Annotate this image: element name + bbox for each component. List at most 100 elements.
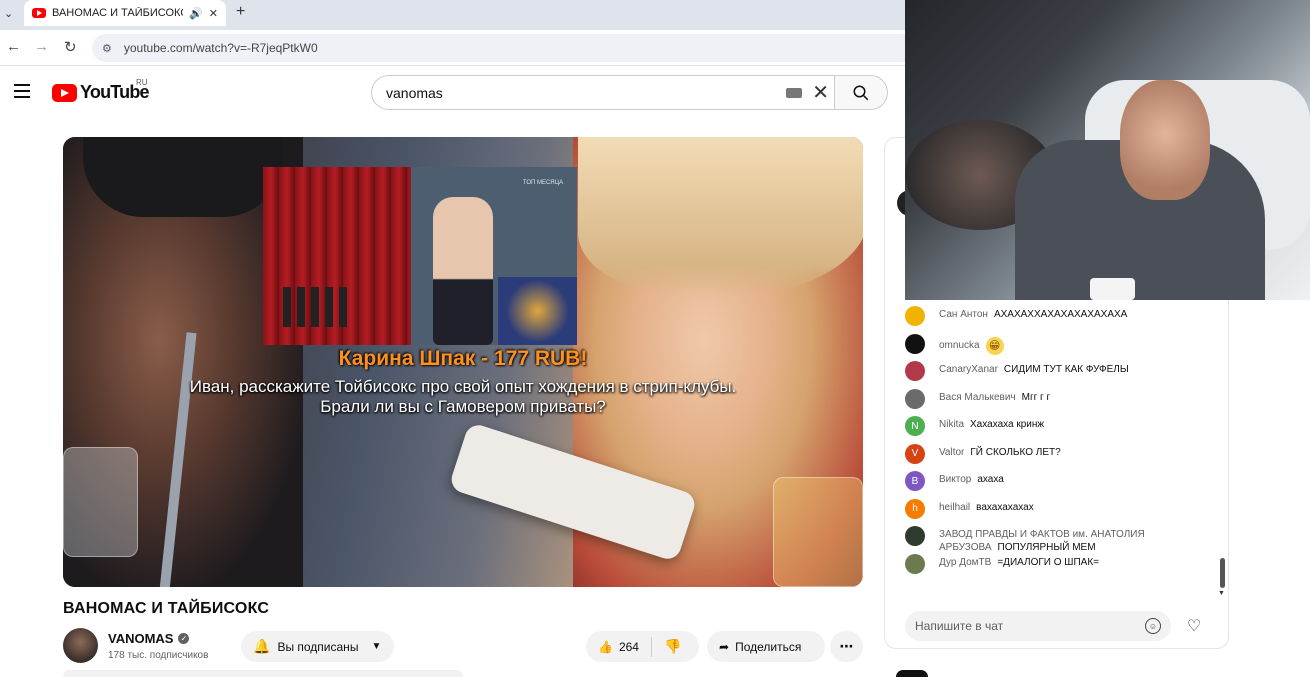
- share-button[interactable]: ➦ Поделиться: [707, 631, 825, 662]
- chat-author-name[interactable]: Дур ДомТВ: [939, 557, 991, 568]
- scroll-down-icon[interactable]: ▼: [1218, 590, 1225, 597]
- thumbs-up-icon: 👍: [598, 639, 613, 654]
- menu-icon[interactable]: [14, 84, 30, 102]
- inset-person: [433, 197, 493, 345]
- chat-message-body: Дур ДомТВ =ДИАЛОГИ О ШПАК=: [939, 554, 1099, 570]
- chat-author-name[interactable]: Виктор: [939, 474, 971, 485]
- video-player[interactable]: ТОП МЕСЯЦА Карина Шпак - 177 RUB! Иван, …: [63, 137, 863, 587]
- chat-message: ЗАВОД ПРАВДЫ И ФАКТОВ им. АНАТОЛИЯ АРБУЗ…: [885, 526, 1215, 554]
- video-frame-glass: [773, 477, 863, 587]
- share-label: Поделиться: [735, 639, 802, 654]
- channel-name[interactable]: VANOMAS: [108, 631, 173, 646]
- chat-message-body: heilhail вахахахахах: [939, 499, 1034, 515]
- description-box[interactable]: [63, 670, 463, 677]
- donation-message: Иван, расскажите Тойбисокс про свой опыт…: [189, 377, 737, 417]
- chat-message-body: Сан Антон АХАХАХХАХАХАХАХАХАХА: [939, 306, 1127, 322]
- chat-author-avatar[interactable]: V: [905, 443, 925, 464]
- url-text: youtube.com/watch?v=-R7jeqPtkW0: [123, 41, 318, 55]
- chat-author-avatar[interactable]: h: [905, 498, 925, 519]
- search-box: ✕: [371, 75, 835, 110]
- youtube-play-logo-icon: [52, 83, 77, 102]
- channel-name-row[interactable]: VANOMAS ✓: [108, 631, 190, 646]
- chat-author-name[interactable]: Сан Антон: [939, 309, 988, 320]
- like-count: 264: [618, 639, 639, 654]
- browser-tab[interactable]: ВАНОМАС И ТАЙБИСОКС 🔊 ✕: [24, 0, 226, 26]
- chat-author-name[interactable]: Вася Малькевич: [939, 392, 1016, 403]
- chevron-down-icon: ▼: [371, 641, 382, 652]
- chat-message-text: ГЙ СКОЛЬКО ЛЕТ?: [970, 446, 1061, 458]
- chat-author-avatar[interactable]: [905, 333, 925, 354]
- chat-message-text: Хахахаха кринж: [970, 419, 1045, 430]
- chat-message-text: СИДИМ ТУТ КАК ФУФЕЛЫ: [1003, 364, 1129, 375]
- more-dots-icon: ⋯: [839, 638, 854, 654]
- chat-message: V Valtor ГЙ СКОЛЬКО ЛЕТ?: [885, 443, 1215, 472]
- chat-message-body: omnucka 😁: [939, 334, 1004, 355]
- video-title: ВАНОМАС И ТАЙБИСОКС: [63, 600, 270, 617]
- chat-message-body: ЗАВОД ПРАВДЫ И ФАКТОВ им. АНАТОЛИЯ АРБУЗ…: [939, 526, 1215, 554]
- chat-author-name[interactable]: Nikita: [939, 419, 964, 430]
- search-button[interactable]: [834, 75, 888, 110]
- region-code: RU: [136, 78, 148, 87]
- webcam-head: [1120, 80, 1210, 200]
- subscribed-button[interactable]: 🔔 Вы подписаны ▼: [241, 631, 394, 662]
- new-tab-icon[interactable]: +: [236, 3, 245, 21]
- search-input[interactable]: [386, 84, 787, 101]
- reload-icon[interactable]: ↻: [64, 38, 77, 56]
- chat-author-avatar[interactable]: [905, 526, 925, 546]
- bell-icon: 🔔: [253, 638, 271, 654]
- chat-author-avatar[interactable]: [905, 361, 925, 381]
- subscribed-label: Вы подписаны: [277, 639, 359, 654]
- search-icon: [853, 85, 869, 100]
- chat-message-text: =ДИАЛОГИ О ШПАК=: [997, 557, 1099, 568]
- tab-title: ВАНОМАС И ТАЙБИСОКС: [52, 7, 184, 19]
- chat-author-name[interactable]: heilhail: [939, 502, 970, 513]
- close-tab-icon[interactable]: ✕: [209, 7, 218, 20]
- chat-scrollbar[interactable]: [1220, 558, 1225, 588]
- chat-author-avatar[interactable]: N: [905, 416, 925, 436]
- keyboard-icon[interactable]: [786, 87, 803, 98]
- video-frame-hair: [578, 137, 863, 297]
- chat-message-body: Nikita Хахахаха кринж: [939, 416, 1044, 432]
- chat-message-text: ПОПУЛЯРНЫЙ МЕМ: [997, 541, 1096, 553]
- chat-message-text: вахахахахах: [976, 501, 1034, 513]
- chat-input[interactable]: Напишите в чат ☺: [905, 611, 1171, 641]
- youtube-logo[interactable]: YouTube: [52, 82, 150, 103]
- more-actions-button[interactable]: ⋯: [830, 631, 863, 662]
- like-button[interactable]: 👍 264: [598, 636, 652, 657]
- chat-author-name[interactable]: CanaryXanar: [939, 364, 998, 375]
- chat-author-avatar[interactable]: [905, 554, 925, 574]
- video-frame-glass: [63, 447, 138, 557]
- chat-message-body: Valtor ГЙ СКОЛЬКО ЛЕТ?: [939, 444, 1061, 460]
- chat-author-name[interactable]: omnucka: [939, 340, 980, 351]
- back-arrow-icon[interactable]: ←: [6, 38, 21, 55]
- chat-author-avatar[interactable]: [905, 388, 925, 409]
- video-frame-cap: [83, 137, 283, 217]
- chat-input-placeholder: Напишите в чат: [915, 619, 1004, 633]
- chat-message: Дур ДомТВ =ДИАЛОГИ О ШПАК=: [885, 554, 1215, 582]
- emoji-icon[interactable]: ☺: [1145, 618, 1161, 634]
- chat-message-body: Виктор ахаха: [939, 471, 1004, 487]
- chat-message: Вася Малькевич Мгг г г: [885, 388, 1215, 417]
- chat-message: omnucka 😁: [885, 333, 1215, 362]
- clear-search-icon[interactable]: ✕: [812, 83, 829, 103]
- site-info-icon[interactable]: ⚙: [102, 42, 112, 55]
- chat-message: h heilhail вахахахахах: [885, 498, 1215, 527]
- chat-author-avatar[interactable]: В: [905, 471, 925, 491]
- chat-author-avatar[interactable]: [905, 306, 925, 326]
- chat-author-name[interactable]: Valtor: [939, 447, 964, 458]
- webcam-phone: [1090, 278, 1135, 300]
- youtube-favicon-icon: [32, 8, 46, 18]
- audio-playing-icon[interactable]: 🔊: [189, 7, 203, 20]
- donation-name: Карина Шпак - 177 RUB!: [338, 347, 588, 370]
- chat-message-text: 😁: [985, 336, 1004, 355]
- verified-icon: ✓: [178, 633, 190, 644]
- dislike-button[interactable]: 👎: [652, 638, 681, 655]
- address-bar[interactable]: ⚙ youtube.com/watch?v=-R7jeqPtkW0: [92, 34, 922, 62]
- forward-arrow-icon[interactable]: →: [34, 38, 49, 55]
- inset-bottles: [283, 287, 353, 327]
- channel-avatar[interactable]: [63, 628, 98, 663]
- heart-icon[interactable]: ♡: [1179, 611, 1209, 641]
- subscriber-count: 178 тыс. подписчиков: [108, 650, 209, 661]
- related-video-avatar[interactable]: [896, 670, 928, 677]
- tab-search-icon[interactable]: ⌄: [4, 7, 13, 20]
